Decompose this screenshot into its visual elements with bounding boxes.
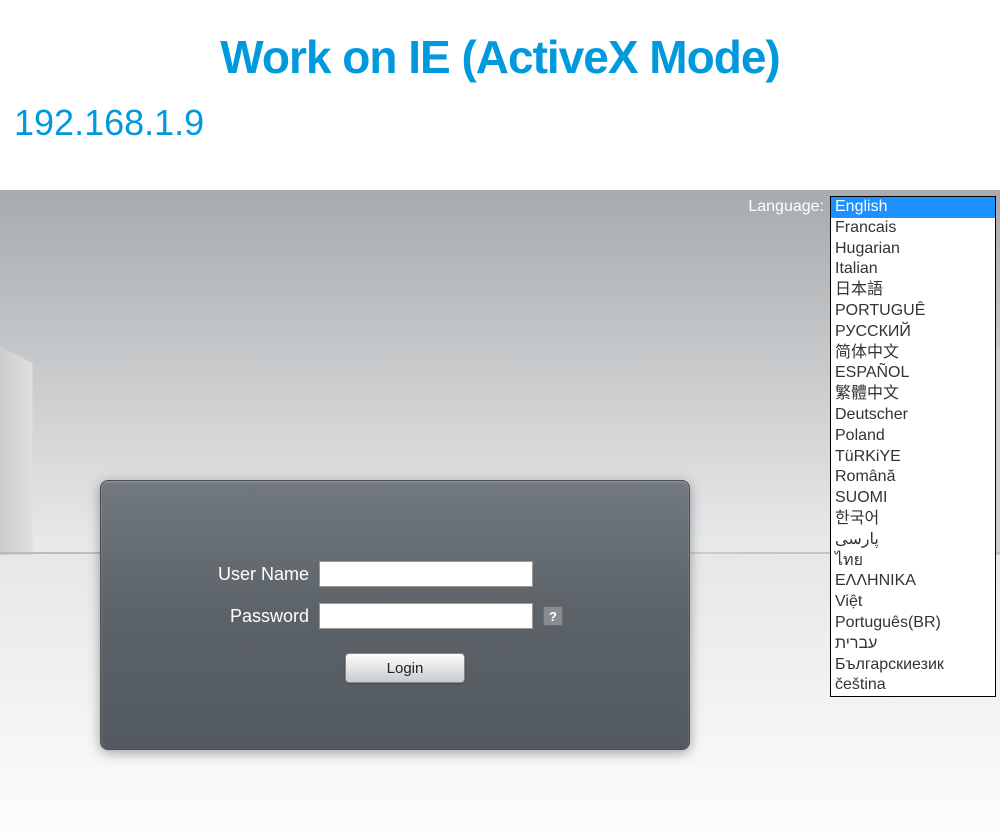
language-option[interactable]: Българскиезик <box>831 655 995 676</box>
language-option[interactable]: PORTUGUÊ <box>831 301 995 322</box>
language-option[interactable]: ΕΛΛΗΝΙΚΑ <box>831 571 995 592</box>
language-option[interactable]: РУССКИЙ <box>831 322 995 343</box>
language-option[interactable]: Deutscher <box>831 405 995 426</box>
language-option[interactable]: Việt <box>831 592 995 613</box>
language-option[interactable]: 日本語 <box>831 280 995 301</box>
language-label: Language: <box>748 198 824 216</box>
ip-address: 192.168.1.9 <box>0 84 1000 144</box>
language-option[interactable]: Hugarian <box>831 239 995 260</box>
password-label: Password <box>185 606 309 627</box>
language-dropdown[interactable]: EnglishFrancaisHugarianItalian日本語PORTUGU… <box>830 196 996 697</box>
language-option[interactable]: čeština <box>831 675 995 696</box>
language-option[interactable]: Română <box>831 467 995 488</box>
language-option[interactable]: پارسی <box>831 530 995 551</box>
login-button[interactable]: Login <box>345 653 465 683</box>
language-option[interactable]: עברית <box>831 634 995 655</box>
username-row: User Name <box>101 561 689 587</box>
language-option[interactable]: English <box>831 197 995 218</box>
password-input[interactable] <box>319 603 533 629</box>
username-input[interactable] <box>319 561 533 587</box>
language-selector: Language: EnglishFrancaisHugarianItalian… <box>748 196 996 697</box>
language-option[interactable]: 繁體中文 <box>831 384 995 405</box>
language-option[interactable]: TüRKiYE <box>831 447 995 468</box>
language-option[interactable]: Poland <box>831 426 995 447</box>
language-option[interactable]: Francais <box>831 218 995 239</box>
password-row: Password ? <box>101 603 689 629</box>
language-option[interactable]: ESPAÑOL <box>831 363 995 384</box>
app-viewport: Language: EnglishFrancaisHugarianItalian… <box>0 190 1000 835</box>
username-label: User Name <box>185 564 309 585</box>
language-option[interactable]: ไทย <box>831 551 995 572</box>
help-icon[interactable]: ? <box>543 606 563 626</box>
language-option[interactable]: 简体中文 <box>831 343 995 364</box>
language-option[interactable]: 한국어 <box>831 509 995 530</box>
language-option[interactable]: Italian <box>831 259 995 280</box>
login-button-row: Login <box>101 653 689 683</box>
page-title: Work on IE (ActiveX Mode) <box>0 0 1000 84</box>
language-option[interactable]: SUOMI <box>831 488 995 509</box>
login-panel: User Name Password ? Login <box>100 480 690 750</box>
language-option[interactable]: Português(BR) <box>831 613 995 634</box>
